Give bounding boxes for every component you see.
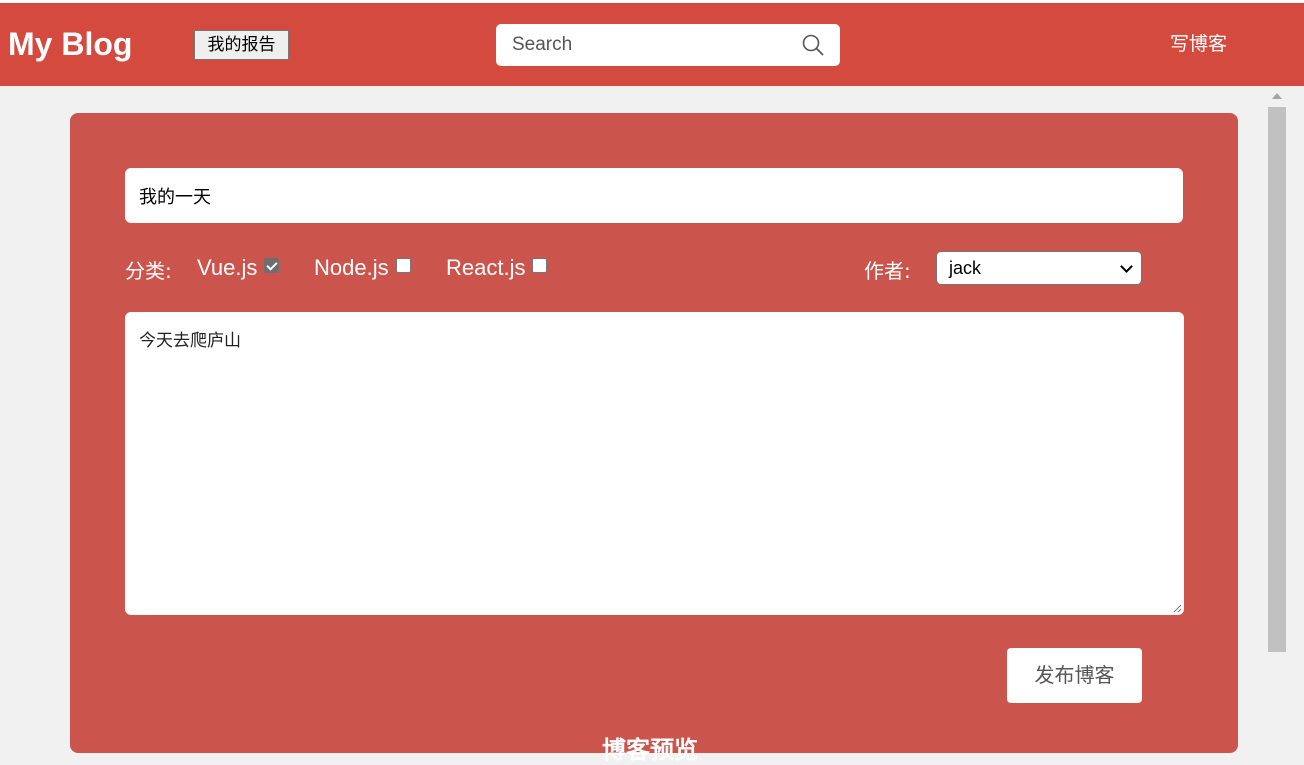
category-vuejs-label: Vue.js [197, 255, 258, 280]
search-input[interactable] [496, 24, 786, 66]
publish-blog-button[interactable]: 发布博客 [1007, 648, 1142, 703]
write-blog-link[interactable]: 写博客 [1170, 33, 1227, 55]
category-nodejs-checkbox[interactable] [396, 258, 411, 273]
scrollbar-thumb[interactable] [1268, 107, 1286, 652]
category-nodejs-label: Node.js [314, 255, 389, 280]
chevron-down-icon [1120, 260, 1133, 273]
category-vuejs-checkbox[interactable] [264, 258, 279, 273]
blog-title-input[interactable] [125, 168, 1183, 223]
my-report-button[interactable]: 我的报告 [194, 30, 289, 60]
author-selected-value: jack [949, 258, 982, 278]
blog-editor-card: 分类: Vue.js Node.js React.js 作者: jack 今天去… [70, 113, 1238, 764]
blog-preview-heading: 博客预览 [602, 736, 698, 764]
search-icon[interactable] [802, 34, 824, 56]
resize-grip-icon[interactable] [1172, 603, 1182, 613]
navbar: My Blog 我的报告 写博客 [0, 3, 1304, 86]
category-reactjs-checkbox[interactable] [532, 258, 547, 273]
category-reactjs-label: React.js [446, 255, 526, 280]
author-select[interactable]: jack [936, 251, 1142, 285]
author-label: 作者: [864, 259, 911, 283]
blog-content-text: 今天去爬庐山 [139, 331, 241, 351]
brand-logo[interactable]: My Blog [8, 25, 132, 63]
blog-content-textarea[interactable]: 今天去爬庐山 [125, 312, 1184, 615]
search-box [496, 24, 840, 66]
category-label: 分类: [125, 259, 172, 283]
scroll-up-arrow-icon[interactable] [1272, 93, 1282, 99]
